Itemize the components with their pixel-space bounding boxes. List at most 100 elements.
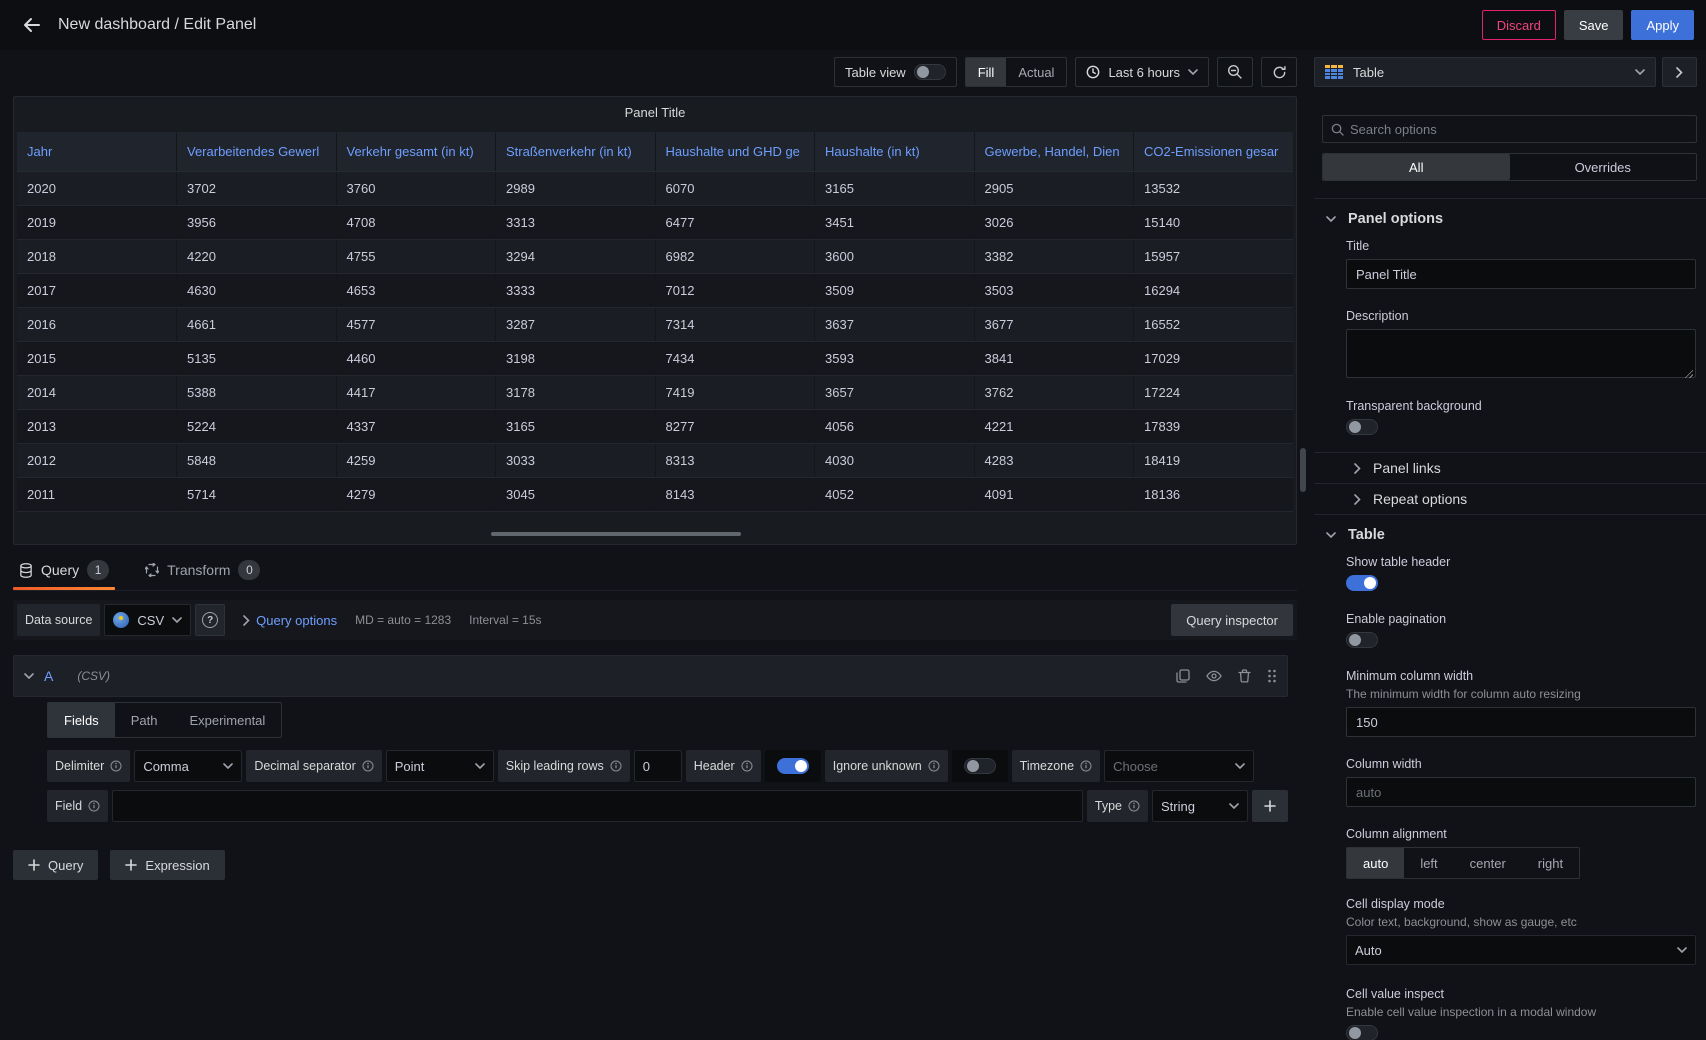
column-header[interactable]: Haushalte und GHD ge (655, 132, 815, 171)
visualization-picker[interactable]: Table (1314, 57, 1656, 87)
column-width-input[interactable] (1346, 777, 1696, 807)
top-navigation-bar: New dashboard / Edit Panel Discard Save … (0, 0, 1706, 50)
panel-options-section-header[interactable]: Panel options (1314, 199, 1706, 231)
align-auto-option[interactable]: auto (1347, 848, 1404, 878)
time-range-picker[interactable]: Last 6 hours (1075, 57, 1209, 87)
table-cell: 4653 (336, 273, 496, 307)
skip-leading-rows-input[interactable] (634, 750, 682, 782)
column-alignment-label: Column alignment (1346, 827, 1696, 841)
table-cell: 4460 (336, 341, 496, 375)
column-header[interactable]: Jahr (17, 132, 177, 171)
zoom-out-time-button[interactable] (1217, 57, 1253, 87)
column-width-label: Column width (1346, 757, 1696, 771)
chevron-right-icon[interactable] (243, 615, 250, 626)
panel-title-input[interactable] (1346, 259, 1696, 289)
tab-query[interactable]: Query 1 (13, 550, 115, 590)
column-header[interactable]: Verkehr gesamt (in kt) (336, 132, 496, 171)
back-button[interactable] (12, 7, 52, 43)
add-field-button[interactable] (1252, 790, 1288, 822)
cell-display-mode-field: Cell display mode Color text, background… (1346, 897, 1696, 965)
tab-overrides[interactable]: Overrides (1510, 154, 1697, 180)
table-cell: 3677 (974, 307, 1134, 341)
actual-option[interactable]: Actual (1006, 58, 1066, 86)
column-header[interactable]: Straßenverkehr (in kt) (496, 132, 656, 171)
query-options-link[interactable]: Query options (256, 613, 337, 628)
table-cell: 6070 (655, 171, 815, 205)
field-type-select[interactable]: String (1152, 790, 1248, 822)
panel-toolbar: Table view Fill Actual Last 6 hours (834, 57, 1297, 87)
table-cell: 4417 (336, 375, 496, 409)
vertical-scrollbar[interactable] (1300, 448, 1306, 492)
tab-transform[interactable]: Transform 0 (139, 550, 266, 590)
table-cell: 3593 (815, 341, 975, 375)
align-center-option[interactable]: center (1454, 848, 1522, 878)
query-datasource-hint: (CSV) (77, 669, 110, 683)
table-view-toggle[interactable] (914, 64, 946, 80)
tab-fields[interactable]: Fields (48, 703, 115, 737)
drag-handle[interactable] (1267, 669, 1277, 683)
cell-value-inspect-toggle[interactable] (1346, 1025, 1378, 1040)
show-table-header-toggle[interactable] (1346, 575, 1378, 591)
datasource-help-button[interactable]: ? (195, 604, 225, 636)
panel-description-textarea[interactable] (1346, 329, 1696, 378)
column-header[interactable]: Gewerbe, Handel, Dien (974, 132, 1134, 171)
add-expression-button[interactable]: Expression (110, 850, 224, 880)
column-header[interactable]: Verarbeitendes Gewerl (177, 132, 337, 171)
column-header[interactable]: CO2-Emissionen gesar (1134, 132, 1294, 171)
query-row-header[interactable]: A (CSV) (13, 655, 1288, 697)
column-header[interactable]: Haushalte (in kt) (815, 132, 975, 171)
chevron-down-icon (1326, 532, 1336, 538)
field-name-input[interactable] (112, 790, 1083, 822)
datasource-picker[interactable]: CSV (104, 604, 191, 636)
options-search-input[interactable] (1350, 122, 1688, 137)
transform-icon (145, 563, 159, 577)
table-cell: 17029 (1134, 341, 1294, 375)
table-cell: 4283 (974, 443, 1134, 477)
refresh-button[interactable] (1261, 57, 1297, 87)
table-cell: 13532 (1134, 171, 1294, 205)
ignore-unknown-toggle[interactable] (964, 758, 996, 774)
discard-button[interactable]: Discard (1482, 10, 1556, 40)
tab-path[interactable]: Path (115, 703, 174, 737)
tab-experimental[interactable]: Experimental (173, 703, 281, 737)
delete-query-button[interactable] (1238, 669, 1251, 683)
table-cell: 3702 (177, 171, 337, 205)
enable-pagination-toggle[interactable] (1346, 632, 1378, 648)
chevron-down-icon (1229, 803, 1239, 809)
tab-all[interactable]: All (1323, 154, 1510, 180)
arrow-left-icon (22, 15, 42, 35)
panel-links-section[interactable]: Panel links (1314, 453, 1706, 483)
options-search[interactable] (1322, 115, 1697, 143)
transparent-background-toggle[interactable] (1346, 419, 1378, 435)
add-query-button[interactable]: Query (13, 850, 98, 880)
duplicate-query-button[interactable] (1176, 669, 1190, 683)
column-width-field: Column width (1346, 757, 1696, 807)
collapse-options-button[interactable] (1662, 57, 1697, 87)
horizontal-scrollbar[interactable] (491, 532, 741, 536)
fill-option[interactable]: Fill (966, 58, 1007, 86)
header-toggle[interactable] (777, 758, 809, 774)
header-toggle-box (765, 750, 821, 782)
hide-query-button[interactable] (1206, 670, 1222, 682)
timezone-select[interactable]: Choose (1104, 750, 1254, 782)
align-right-option[interactable]: right (1522, 848, 1579, 878)
repeat-options-section[interactable]: Repeat options (1314, 484, 1706, 514)
collapse-chevron-icon[interactable] (24, 673, 34, 679)
table-cell: 3956 (177, 205, 337, 239)
query-inspector-button[interactable]: Query inspector (1171, 604, 1293, 636)
delimiter-select[interactable]: Comma (134, 750, 242, 782)
save-button[interactable]: Save (1564, 10, 1624, 40)
decimal-separator-select[interactable]: Point (386, 750, 494, 782)
table-cell: 16294 (1134, 273, 1294, 307)
table-cell: 3451 (815, 205, 975, 239)
table-cell: 3762 (974, 375, 1134, 409)
table-cell: 7434 (655, 341, 815, 375)
cell-display-mode-select[interactable]: Auto (1346, 935, 1696, 965)
table-row: 201746304653333370123509350316294 (17, 273, 1293, 307)
table-cell: 4221 (974, 409, 1134, 443)
align-left-option[interactable]: left (1404, 848, 1453, 878)
table-options-section-header[interactable]: Table (1314, 515, 1706, 547)
apply-button[interactable]: Apply (1631, 10, 1694, 40)
min-column-width-input[interactable] (1346, 707, 1696, 737)
table-cell: 2019 (17, 205, 177, 239)
